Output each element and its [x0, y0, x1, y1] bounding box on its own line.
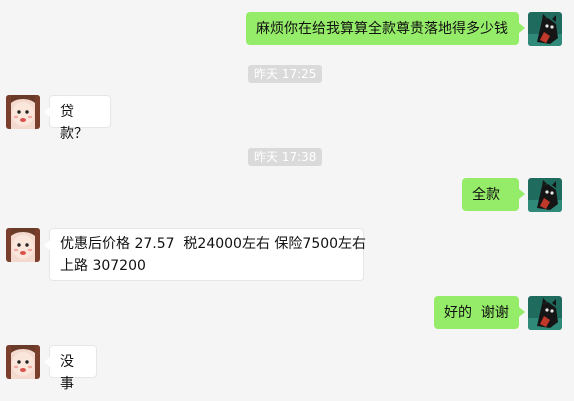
outgoing-message-bubble[interactable]: 麻烦你在给我算算全款尊贵落地得多少钱 — [246, 12, 525, 45]
incoming-message-bubble[interactable]: 优惠后价格 27.57 税24000左右 保险7500左右 上路 307200 — [44, 228, 367, 281]
cat-avatar-icon[interactable] — [528, 178, 562, 212]
incoming-message-bubble[interactable]: 贷款？ — [44, 95, 111, 142]
message-text: 贷款？ — [60, 104, 88, 142]
timestamp: 昨天 17:38 — [248, 148, 323, 166]
message-text: 没事 — [60, 354, 74, 392]
outgoing-message-bubble[interactable]: 好的 谢谢 — [434, 296, 525, 329]
cat-avatar-icon[interactable] — [528, 12, 562, 46]
chat-message-list[interactable]: 麻烦你在给我算算全款尊贵落地得多少钱 昨天 17:25 贷款？ 昨天 17:38… — [0, 0, 574, 401]
message-text-line: 优惠后价格 27.57 税24000左右 保险7500左右 — [60, 236, 367, 252]
message-text: 全款 — [472, 187, 500, 203]
outgoing-message-bubble[interactable]: 全款 — [462, 178, 525, 211]
message-text: 好的 谢谢 — [444, 305, 509, 321]
girl-avatar-icon[interactable] — [6, 228, 40, 262]
incoming-message-bubble[interactable]: 没事 — [44, 345, 97, 392]
girl-avatar-icon[interactable] — [6, 95, 40, 129]
girl-avatar-icon[interactable] — [6, 345, 40, 379]
message-text: 麻烦你在给我算算全款尊贵落地得多少钱 — [256, 21, 508, 37]
cat-avatar-icon[interactable] — [528, 296, 562, 330]
message-text-line: 上路 307200 — [60, 258, 146, 274]
timestamp: 昨天 17:25 — [248, 65, 323, 83]
